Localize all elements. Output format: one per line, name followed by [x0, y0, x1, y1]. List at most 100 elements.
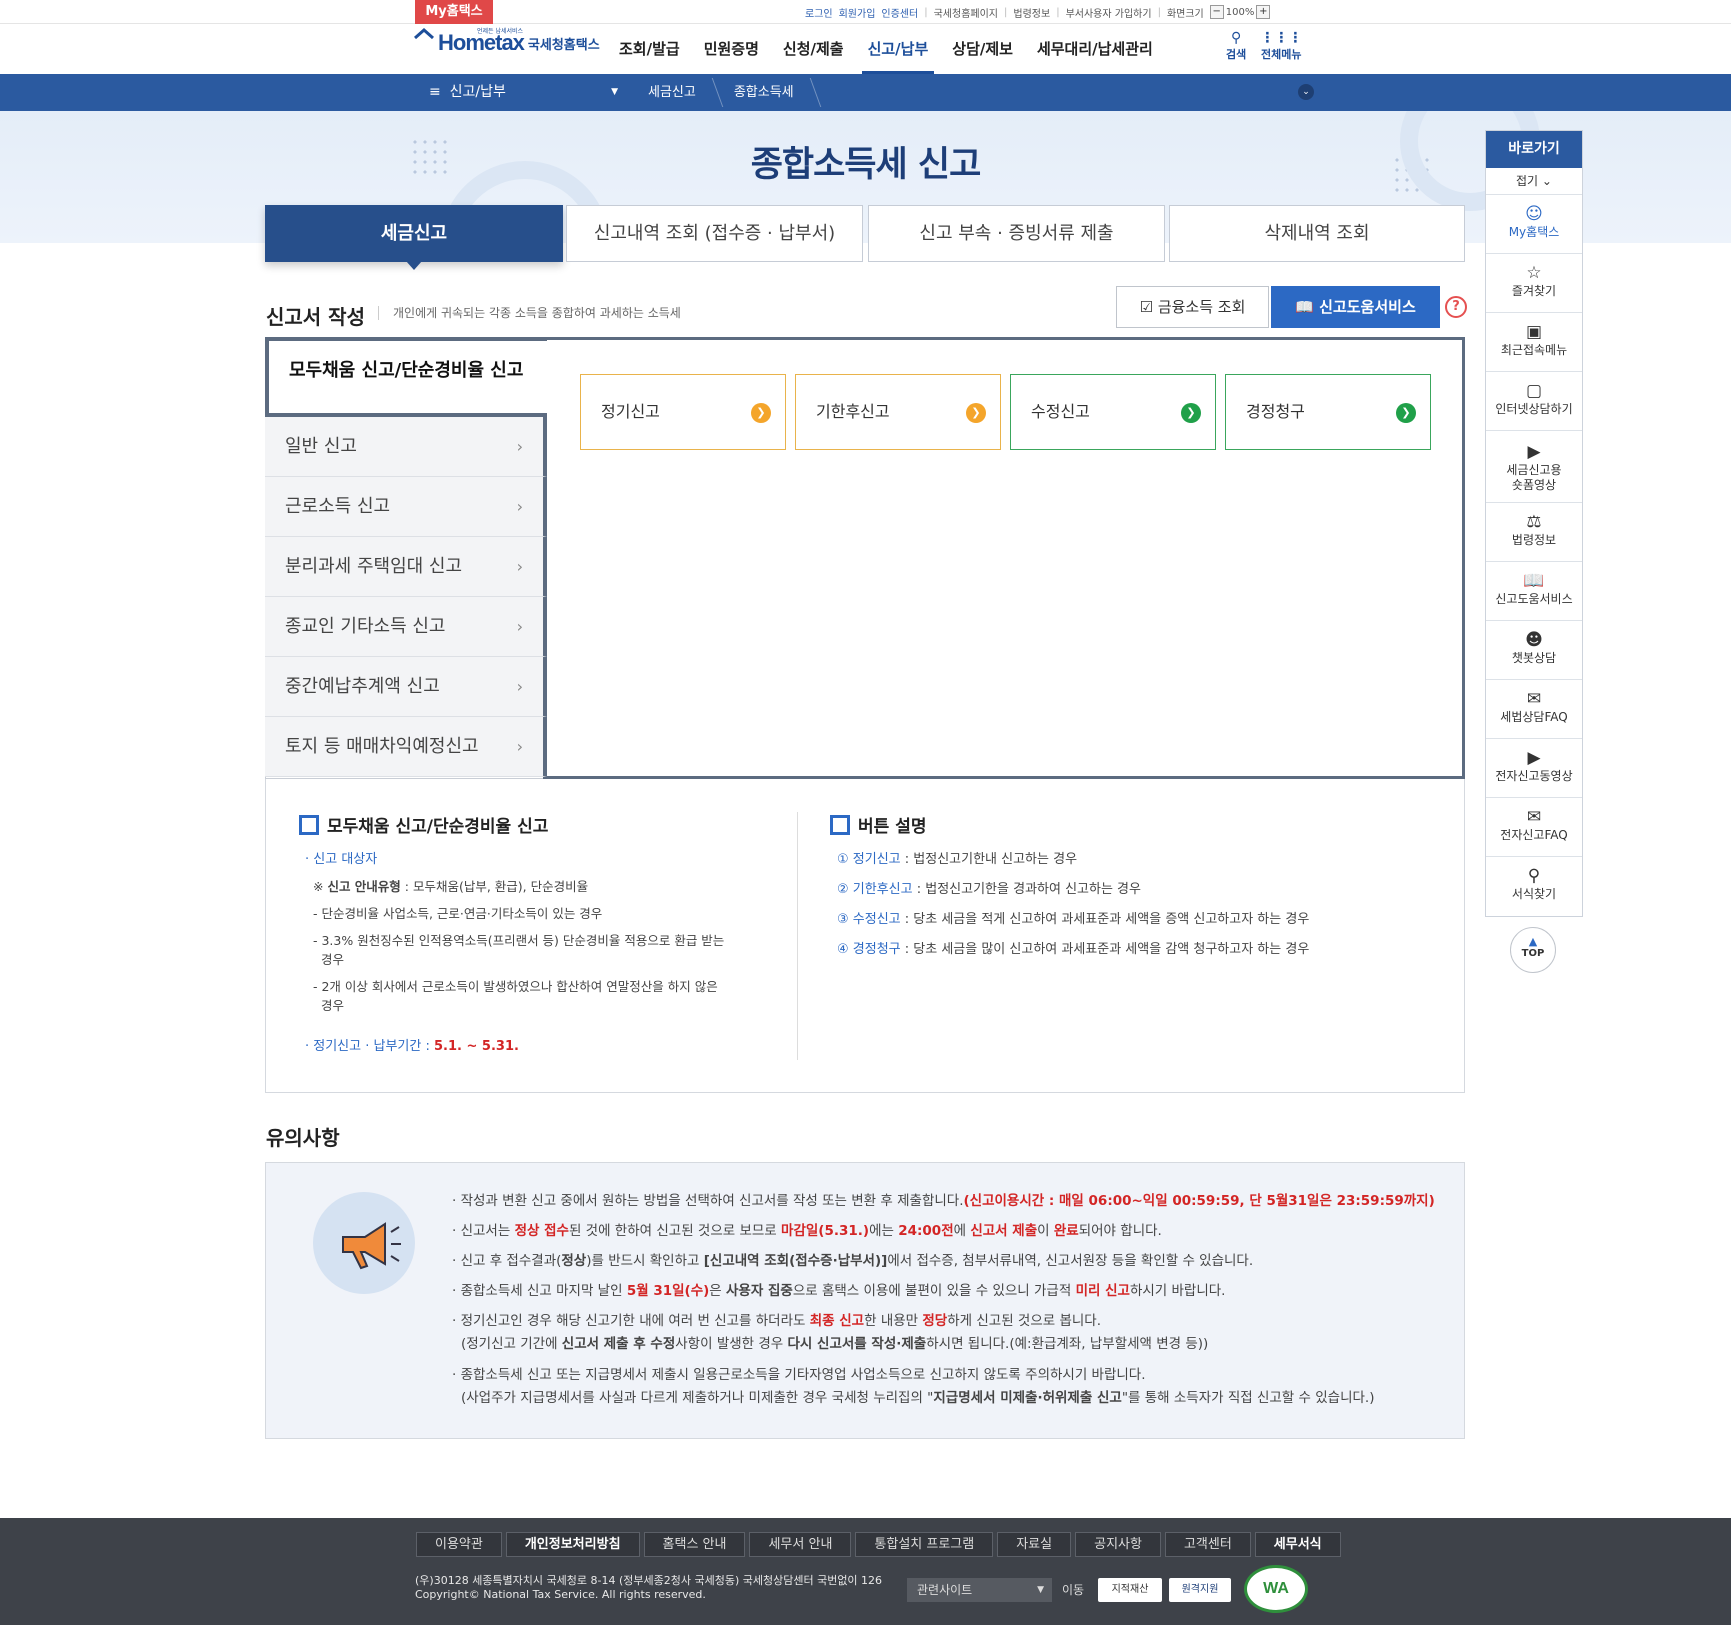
cert-center-link[interactable]: 인증센터: [881, 5, 918, 20]
gnb-report-payment[interactable]: 신고/납부: [856, 24, 941, 74]
sidenav-item-rental[interactable]: 분리과세 주택임대 신고 ›: [265, 537, 547, 597]
crumb-income-tax[interactable]: 종합소득세: [718, 74, 816, 111]
law-info-link[interactable]: 법령정보: [1013, 5, 1050, 20]
footer-hometax-guide[interactable]: 홈택스 안내: [643, 1532, 746, 1557]
tab-deleted-history[interactable]: 삭제내역 조회: [1169, 205, 1465, 262]
quick-report-help[interactable]: 📖 신고도움서비스: [1486, 562, 1582, 621]
gnb-tax-agent[interactable]: 세무대리/납세관리: [1025, 24, 1165, 74]
quick-tax-faq[interactable]: ✉ 세법상담FAQ: [1486, 680, 1582, 739]
financial-income-button[interactable]: ☑ 금융소득 조회: [1116, 286, 1269, 328]
info-line-3: - 2개 이상 회사에서 근로소득이 발생하였으나 합산하여 연말정산을 하지 …: [313, 979, 718, 1013]
tab-report-history[interactable]: 신고내역 조회 (접수증 · 납부서): [566, 205, 863, 262]
chevron-right-icon: ›: [516, 617, 523, 636]
search-icon: ⚲: [1230, 30, 1242, 46]
crumb-tax-report[interactable]: 세금신고: [632, 74, 718, 111]
section-title: 신고서 작성: [266, 305, 365, 329]
quick-form-search[interactable]: ⚲ 서식찾기: [1486, 857, 1582, 916]
nts-homepage-link[interactable]: 국세청홈페이지: [934, 5, 998, 20]
sidenav-label: 일반 신고: [285, 436, 357, 457]
search-button[interactable]: ⚲ 검색: [1226, 30, 1246, 62]
dropdown-arrow-icon: ▼: [1037, 1585, 1044, 1595]
tab-tax-report[interactable]: 세금신고: [265, 205, 563, 270]
gnb-certificate[interactable]: 민원증명: [692, 24, 771, 74]
btn-desc-amended: ③ 수정신고 : 당초 세금을 적게 신고하여 과세표준과 세액을 증액 신고하…: [837, 912, 1310, 927]
report-help-button[interactable]: 📖 신고도움서비스: [1271, 286, 1440, 328]
quick-menu: 바로가기 접기 ⌄ ☺ My홈택스 ☆ 즐겨찾기 ▣ 최근접속메뉴 ▢ 인터넷상담하기 …: [1485, 130, 1583, 917]
screen-size-label: 화면크기: [1166, 8, 1204, 20]
sidenav-item-earned-income[interactable]: 근로소득 신고 ›: [265, 477, 547, 537]
signup-link[interactable]: 회원가입: [839, 5, 876, 20]
info-right-heading: 버튼 설명: [830, 812, 926, 837]
go-button[interactable]: 이동: [1055, 1578, 1091, 1602]
quick-my-hometax[interactable]: ☺ My홈택스: [1486, 195, 1582, 254]
footer-install[interactable]: 통합설치 프로그램: [855, 1532, 994, 1557]
info-period: · 정기신고 · 납부기간 : 5.1. ~ 5.31.: [305, 1039, 519, 1054]
chatbot-icon: ☻: [1525, 630, 1543, 650]
logo-subtext: 국세청홈택스: [527, 38, 600, 53]
my-hometax-tab[interactable]: My홈택스: [415, 0, 493, 24]
btn-desc-regular: ① 정기신고 : 법정신고기한내 신고하는 경우: [837, 852, 1078, 867]
refund-claim-button[interactable]: 경정청구 ❯: [1225, 374, 1431, 450]
header-icons: ⚲ 검색 ⋮⋮⋮ 전체메뉴: [1226, 30, 1302, 62]
quick-menu-fold[interactable]: 접기 ⌄: [1486, 168, 1582, 195]
amended-report-label: 수정신고: [1031, 402, 1090, 421]
sidenav-item-religious[interactable]: 종교인 기타소득 신고 ›: [265, 597, 547, 657]
chevron-right-icon: ›: [516, 677, 523, 696]
star-icon: ☆: [1526, 263, 1542, 283]
ip-badge[interactable]: 지적재산: [1098, 1578, 1162, 1602]
quick-law-info[interactable]: ⚖ 법령정보: [1486, 503, 1582, 562]
arrow-right-icon: ❯: [966, 403, 986, 423]
zoom-in-button[interactable]: +: [1256, 5, 1271, 19]
login-link[interactable]: 로그인: [805, 5, 833, 20]
quick-shortform-video[interactable]: ▶ 세금신고용 숏폼영상: [1486, 431, 1582, 503]
all-menu-button[interactable]: ⋮⋮⋮ 전체메뉴: [1260, 30, 1302, 62]
regular-report-label: 정기신고: [601, 402, 660, 421]
sidenav-item-interim[interactable]: 중간예납추계액 신고 ›: [265, 657, 547, 717]
footer-notice[interactable]: 공지사항: [1075, 1532, 1161, 1557]
arrow-up-icon: ▲: [1528, 935, 1538, 948]
book-icon: 📖: [1523, 571, 1545, 591]
sidenav-item-land[interactable]: 토지 등 매매차익예정신고 ›: [265, 717, 547, 777]
footer-archive[interactable]: 자료실: [997, 1532, 1072, 1557]
gavel-icon: ⚖: [1526, 512, 1542, 532]
quick-efile-video[interactable]: ▶ 전자신고동영상: [1486, 739, 1582, 798]
footer-terms[interactable]: 이용약관: [416, 1532, 502, 1557]
footer-customer-center[interactable]: 고객센터: [1164, 1532, 1251, 1557]
footer-office-guide[interactable]: 세무서 안내: [749, 1532, 852, 1557]
play-icon: ▶: [1527, 748, 1541, 768]
sidenav-label: 분리과세 주택임대 신고: [285, 556, 463, 577]
sidenav-item-general[interactable]: 일반 신고 ›: [265, 417, 547, 477]
amended-report-button[interactable]: 수정신고 ❯: [1010, 374, 1216, 450]
related-site-label: 관련사이트: [917, 1583, 973, 1597]
notice-line-6b: (사업주가 지급명세서를 사실과 다르게 제출하거나 미제출한 경우 국세청 누…: [461, 1390, 1375, 1406]
dept-user-link[interactable]: 부서사용자 가입하기: [1066, 5, 1152, 20]
zoom-out-button[interactable]: −: [1209, 5, 1224, 19]
address-text: (우)30128 세종특별자치시 국세청로 8-14 (정부세종2청사 국세청동…: [415, 1574, 883, 1587]
gnb-consult[interactable]: 상담/제보: [940, 24, 1025, 74]
hometax-logo[interactable]: 언제든 납세서비스 Hometax 국세청홈택스: [414, 28, 600, 56]
quick-online-consult[interactable]: ▢ 인터넷상담하기: [1486, 372, 1582, 431]
sidenav-item-prefilled[interactable]: 모두채움 신고/단순경비율 신고: [265, 337, 547, 417]
quick-efile-faq[interactable]: ✉ 전자신고FAQ: [1486, 798, 1582, 857]
quick-favorites[interactable]: ☆ 즐겨찾기: [1486, 254, 1582, 313]
gnb-apply[interactable]: 신청/제출: [771, 24, 856, 74]
remote-support-button[interactable]: 원격지원: [1169, 1578, 1231, 1602]
separator: |: [1004, 6, 1008, 18]
footer-privacy[interactable]: 개인정보처리방침: [505, 1532, 640, 1557]
quick-chatbot[interactable]: ☻ 챗봇상담: [1486, 621, 1582, 680]
related-site-select[interactable]: 관련사이트 ▼: [907, 1578, 1052, 1602]
notice-line-5b: (정기신고 기간에 신고서 제출 후 수정사항이 발생한 경우 다시 신고서를 …: [461, 1336, 1209, 1352]
tab-attach-docs[interactable]: 신고 부속 · 증빙서류 제출: [868, 205, 1165, 262]
scroll-top-button[interactable]: ▲ TOP: [1510, 927, 1556, 973]
gnb-inquiry[interactable]: 조회/발급: [607, 24, 692, 74]
chevron-down-icon[interactable]: ⌄: [1298, 84, 1314, 100]
footer-tax-forms[interactable]: 세무서식: [1254, 1532, 1341, 1557]
all-menu-label: 전체메뉴: [1261, 48, 1302, 61]
report-help-label: 신고도움서비스: [1319, 298, 1416, 316]
quick-recent-menu[interactable]: ▣ 최근접속메뉴: [1486, 313, 1582, 372]
late-report-button[interactable]: 기한후신고 ❯: [795, 374, 1001, 450]
menu-select[interactable]: ≡ 신고/납부 ▼: [415, 74, 630, 111]
dropdown-arrow-icon: ▼: [611, 87, 618, 97]
regular-report-button[interactable]: 정기신고 ❯: [580, 374, 786, 450]
help-icon[interactable]: ?: [1445, 296, 1467, 318]
